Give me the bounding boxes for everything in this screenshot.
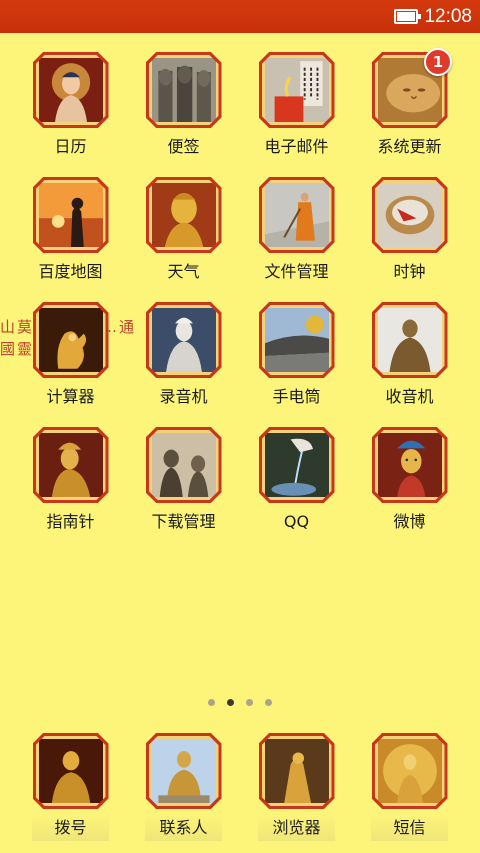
golden-buddha-dialer-icon	[35, 736, 106, 806]
notification-badge: 1	[424, 48, 452, 76]
app-grid-9[interactable]: 录音机	[127, 302, 240, 408]
golden-statue-browser-icon	[261, 736, 332, 806]
app-label: 计算器	[46, 387, 95, 406]
app-icon-frame[interactable]	[258, 52, 335, 128]
golden-hand-calculator-icon	[35, 305, 106, 375]
page-indicator	[0, 699, 480, 706]
page-dot[interactable]	[208, 699, 215, 706]
temple-roof-flashlight-icon	[261, 305, 332, 375]
page-dot[interactable]	[265, 699, 272, 706]
app-icon-frame[interactable]	[258, 733, 335, 809]
golden-buddha-weather-icon	[148, 180, 219, 250]
app-label: 下载管理	[151, 512, 216, 531]
app-label: 系统更新	[377, 137, 442, 156]
app-label: 短信	[393, 818, 426, 837]
calligraphy-email-icon	[261, 55, 332, 125]
app-label: 录音机	[159, 387, 208, 406]
app-grid-15[interactable]: 微博	[353, 427, 466, 533]
app-icon-frame[interactable]	[371, 733, 448, 809]
app-icon-frame[interactable]	[371, 302, 448, 378]
app-label: 日历	[54, 137, 87, 156]
app-grid-0[interactable]: 日历	[14, 52, 127, 158]
app-icon-frame[interactable]	[145, 733, 222, 809]
app-icon-frame[interactable]	[258, 427, 335, 503]
app-icon-frame[interactable]	[258, 177, 335, 253]
tara-weibo-icon	[374, 430, 445, 500]
app-dock-2[interactable]: 浏览器	[240, 733, 353, 841]
monk-sweeping-files-icon	[261, 180, 332, 250]
app-label: 天气	[167, 262, 200, 281]
app-grid-4[interactable]: 百度地图	[14, 177, 127, 283]
app-label: 百度地图	[38, 262, 103, 281]
app-grid-12[interactable]: 指南针	[14, 427, 127, 533]
status-bar: 12:08	[0, 0, 480, 33]
app-grid-8[interactable]: 计算器	[14, 302, 127, 408]
app-icon-frame[interactable]	[145, 177, 222, 253]
app-grid-6[interactable]: 文件管理	[240, 177, 353, 283]
app-grid-14[interactable]: QQ	[240, 427, 353, 533]
app-icon-frame[interactable]	[145, 302, 222, 378]
dock: 拨号 联系人 浏览器 短信	[0, 733, 480, 841]
app-grid-7[interactable]: 时钟	[353, 177, 466, 283]
app-icon-frame[interactable]	[371, 177, 448, 253]
page-dot[interactable]	[227, 699, 234, 706]
golden-deity-compass-icon	[35, 430, 106, 500]
app-dock-3[interactable]: 短信	[353, 733, 466, 841]
app-icon-frame[interactable]	[258, 302, 335, 378]
app-icon-frame[interactable]	[32, 733, 109, 809]
statues-notes-icon	[148, 55, 219, 125]
status-right: 12:08	[394, 0, 472, 33]
app-label: 电子邮件	[264, 137, 329, 156]
app-icon-frame[interactable]	[145, 427, 222, 503]
app-grid-13[interactable]: 下载管理	[127, 427, 240, 533]
app-label: 微博	[393, 512, 426, 531]
app-icon-frame[interactable]	[145, 52, 222, 128]
water-pouring-qq-icon	[261, 430, 332, 500]
page-dot[interactable]	[246, 699, 253, 706]
app-dock-1[interactable]: 联系人	[127, 733, 240, 841]
app-icon-frame[interactable]	[371, 427, 448, 503]
great-buddha-contacts-icon	[148, 736, 219, 806]
basket-clock-icon	[374, 180, 445, 250]
app-label: QQ	[283, 512, 310, 531]
app-icon-frame[interactable]	[32, 52, 109, 128]
buddha-row-download-icon	[148, 430, 219, 500]
app-label: 拨号	[54, 818, 87, 837]
app-icon-frame[interactable]	[32, 177, 109, 253]
thousand-arm-messaging-icon	[374, 736, 445, 806]
app-label: 指南针	[46, 512, 95, 531]
app-icon-frame[interactable]	[32, 302, 109, 378]
app-grid-11[interactable]: 收音机	[353, 302, 466, 408]
app-label: 浏览器	[272, 818, 321, 837]
app-icon-frame[interactable]	[32, 427, 109, 503]
battery-icon	[394, 9, 422, 24]
app-label: 便签	[167, 137, 200, 156]
app-grid-3[interactable]: 系统更新 1	[353, 48, 466, 158]
status-time: 12:08	[424, 5, 472, 27]
app-label: 收音机	[385, 387, 434, 406]
app-dock-0[interactable]: 拨号	[14, 733, 127, 841]
app-grid-1[interactable]: 便签	[127, 52, 240, 158]
sunset-buddha-map-icon	[35, 180, 106, 250]
app-grid-2[interactable]: 电子邮件	[240, 52, 353, 158]
app-label: 联系人	[159, 818, 208, 837]
app-grid-10[interactable]: 手电筒	[240, 302, 353, 408]
app-label: 手电筒	[272, 387, 321, 406]
app-grid: 日历 便签 电子邮件 系统更新 1 百度地图 天气 文件管理 时钟计算器 录音机 手电筒 收音机指南针…	[0, 48, 480, 533]
app-label: 时钟	[393, 262, 426, 281]
app-grid-5[interactable]: 天气	[127, 177, 240, 283]
bronze-buddha-radio-icon	[374, 305, 445, 375]
guanyin-recorder-icon	[148, 305, 219, 375]
buddha-calendar-icon	[35, 55, 106, 125]
app-label: 文件管理	[264, 262, 329, 281]
